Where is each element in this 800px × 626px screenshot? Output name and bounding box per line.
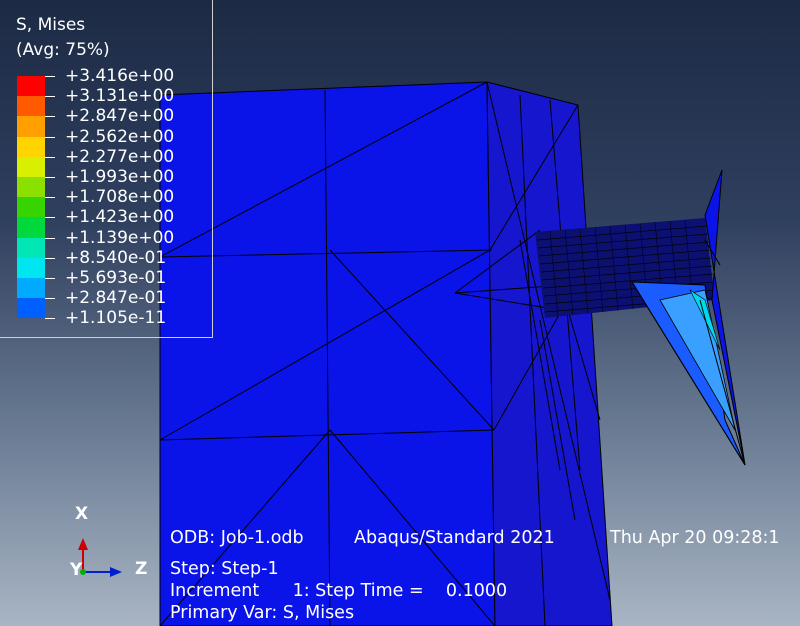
legend-tick: [45, 217, 55, 219]
legend-tick: [45, 116, 55, 118]
legend-tick: [45, 136, 55, 138]
legend-tick: [45, 177, 55, 178]
primary-variable: Primary Var: S, Mises: [170, 603, 355, 623]
legend-value: +2.847e-01: [65, 288, 167, 309]
legend-swatch: [17, 197, 45, 218]
legend-value: +1.105e-11: [65, 308, 167, 329]
triad-x-label: X: [75, 504, 89, 524]
legend-value: +8.540e-01: [65, 247, 167, 268]
legend-swatch: [17, 217, 45, 238]
legend-swatch: [17, 156, 45, 177]
legend-value: +1.139e+00: [65, 227, 175, 248]
legend-tick: [45, 318, 55, 320]
triad-y-label: Y: [70, 560, 83, 580]
legend-swatch: [17, 116, 45, 137]
timestamp: Thu Apr 20 09:28:1: [610, 528, 780, 548]
legend-value: +5.693e-01: [65, 268, 167, 288]
solver-version: Abaqus/Standard 2021: [354, 528, 555, 548]
legend-swatch: [17, 257, 45, 278]
legend-tick: [45, 298, 55, 300]
legend-title: S, Mises: [16, 15, 86, 35]
legend-swatch: [17, 96, 45, 117]
legend-swatch: [17, 76, 45, 97]
legend-value: +2.277e+00: [65, 146, 175, 167]
legend-tick: [45, 278, 55, 279]
legend-value: +3.131e+00: [65, 86, 175, 107]
legend-tick: [45, 197, 55, 199]
deformed-flap: [631, 169, 746, 466]
legend-tick: [45, 237, 55, 239]
model-viewport[interactable]: S, Mises (Avg: 75%) +3.416e+00 +3.131e+00…: [0, 0, 800, 626]
increment-info: Increment 1: Step Time = 0.1000: [170, 581, 508, 601]
legend-tick: [45, 156, 55, 158]
odb-name: ODB: Job-1.odb: [170, 528, 304, 548]
legend-value: +1.993e+00: [65, 167, 175, 187]
legend-value: +2.847e+00: [65, 106, 175, 127]
legend-swatch: [17, 278, 45, 299]
legend-value: +3.416e+00: [65, 66, 175, 86]
triad-z-label: Z: [135, 559, 148, 579]
legend-tick: [45, 76, 55, 77]
legend-value: +2.562e+00: [65, 126, 175, 147]
legend-value: +1.423e+00: [65, 207, 175, 228]
legend-tick: [45, 257, 55, 259]
contour-legend: S, Mises (Avg: 75%) +3.416e+00 +3.131e+00…: [0, 0, 213, 338]
legend-swatch: [17, 177, 45, 198]
legend-value: +1.708e+00: [65, 187, 175, 208]
legend-swatch: [17, 136, 45, 157]
legend-subtitle: (Avg: 75%): [16, 40, 110, 60]
step-name: Step: Step-1: [170, 559, 279, 579]
legend-swatch: [17, 298, 45, 319]
legend-tick: [45, 96, 55, 98]
legend-swatch: [17, 237, 45, 258]
